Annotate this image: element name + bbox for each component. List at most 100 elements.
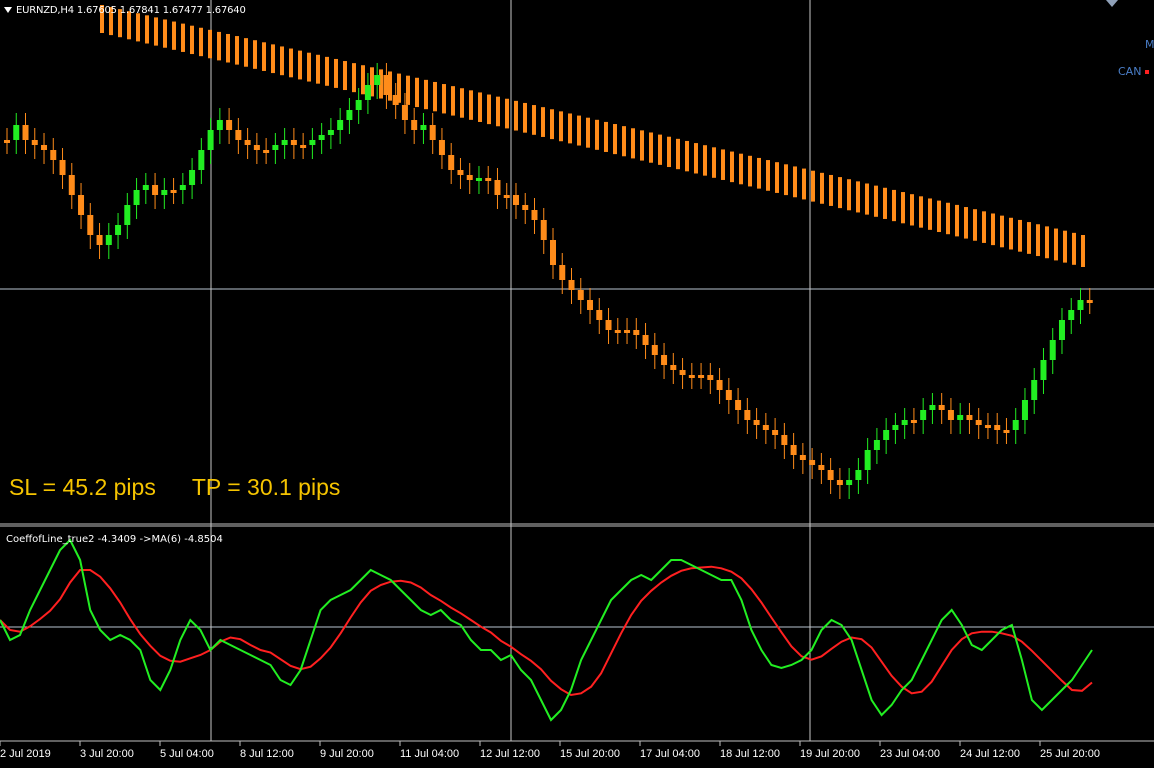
time-axis-label: 19 Jul 20:00 [800,748,860,760]
candle-body [984,425,991,428]
envelope-bar [847,179,851,211]
envelope-bar [523,102,527,133]
candle-body [475,178,482,181]
envelope-bar [595,119,599,150]
candle-body [124,205,131,225]
envelope-bar [838,177,842,209]
envelope-bar [406,75,410,105]
candle-body [735,400,742,410]
envelope-bar [487,94,491,125]
candle-body [818,465,825,470]
chart-canvas[interactable] [0,0,1154,768]
candle-body [596,310,603,320]
candle-body [383,75,390,95]
envelope-bar [154,17,158,46]
candle-body [1003,430,1010,433]
envelope-bar [424,79,428,110]
candle-body [753,420,760,425]
candle-body [429,125,436,140]
envelope-bar [892,189,896,222]
candle-body [327,130,334,135]
envelope-bar [1000,215,1004,248]
envelope-bar [1009,217,1013,250]
candle-body [374,75,381,85]
envelope-bar [217,31,221,61]
candle-body [96,235,103,245]
candle-body [22,125,29,140]
candle-body [679,370,686,375]
candle-body [318,135,325,140]
candle-body [577,290,584,300]
candle-body [920,410,927,420]
candle-body [1068,310,1075,320]
envelope-bar [739,153,743,185]
candle-body [133,190,140,205]
envelope-bar [1036,224,1040,257]
indicator-header: CoeffofLine_true2 -4.3409 ->MA(6) -4.850… [6,534,223,545]
candle-body [781,435,788,445]
candle-body [790,445,797,455]
candle-body [68,175,75,195]
candle-body [115,225,122,235]
envelope-bar [460,88,464,118]
candle-body [31,140,38,145]
envelope-bar [442,84,446,114]
candle-body [883,430,890,440]
envelope-bar [1054,228,1058,261]
symbol-header-text: EURNZD,H4 1.67605 1.67841 1.67477 1.6764… [16,5,246,16]
envelope-bar [550,109,554,140]
candle-body [41,145,48,150]
envelope-bar [1045,226,1049,259]
candle-body [448,155,455,170]
envelope-bar [766,160,770,191]
envelope-bar [712,147,716,178]
envelope-bar [964,207,968,239]
envelope-bar [937,200,941,233]
candle-body [614,330,621,333]
candle-body [170,190,177,193]
envelope-bar [208,29,212,59]
candle-body [189,170,196,185]
candle-body [142,185,149,190]
candle-body [272,145,279,150]
candle-body [522,205,529,210]
candle-body [1049,340,1056,360]
candle-body [1031,380,1038,400]
envelope-bar [361,65,365,95]
envelope-bar [262,42,266,71]
candle-body [309,140,316,145]
envelope-bar [667,136,671,168]
candle-body [947,410,954,420]
candle-body [725,390,732,400]
candle-body [1021,400,1028,420]
candle-body [836,480,843,485]
candle-body [290,140,297,145]
envelope-bar [226,33,230,63]
candle-body [688,375,695,378]
envelope-bar [343,61,347,91]
envelope-bar [568,113,572,144]
chart-shift-marker-icon[interactable] [1106,0,1118,7]
candle-body [670,365,677,370]
candle-body [698,375,705,378]
candle-body [1012,420,1019,430]
candle-body [929,405,936,410]
envelope-bar [136,13,140,42]
sl-tp-readout: SL = 45.2 pips TP = 30.1 pips [9,474,340,501]
envelope-bar [811,170,815,202]
candle-body [457,170,464,175]
candle-body [799,455,806,460]
time-axis-label: 18 Jul 12:00 [720,748,780,760]
envelope-bar [145,15,149,44]
dropdown-triangle-icon[interactable] [4,7,12,13]
candle-body [827,470,834,480]
envelope-bar [298,50,302,80]
time-axis-label: 9 Jul 20:00 [320,748,374,760]
candle-body [744,410,751,420]
candle-body [300,145,307,148]
candle-body [179,185,186,190]
time-axis-label: 23 Jul 04:00 [880,748,940,760]
candle-body [559,265,566,280]
envelope-bar [748,155,752,187]
envelope-bar [532,105,536,135]
